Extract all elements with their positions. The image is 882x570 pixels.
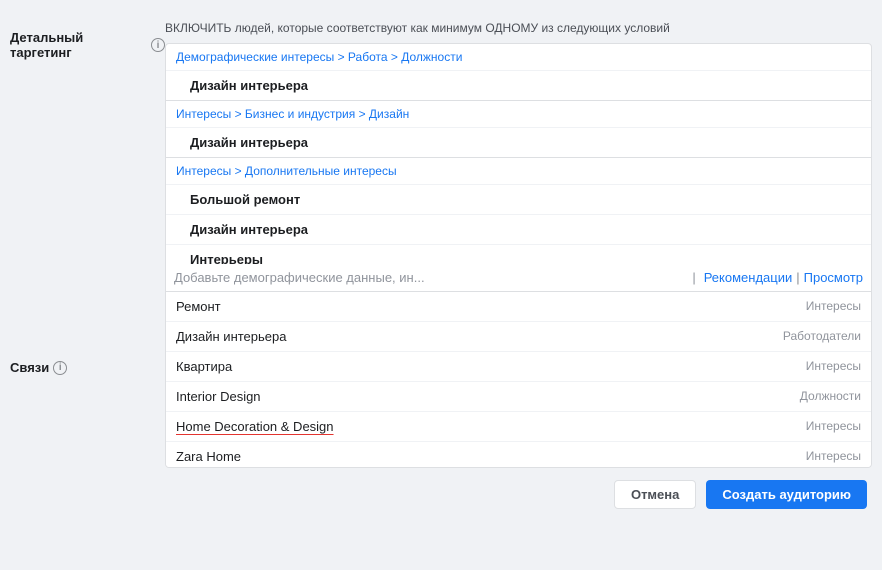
suggestion-row-1[interactable]: Дизайн интерьера Работодатели	[166, 322, 871, 352]
suggestion-name-5: Zara Home	[176, 449, 241, 464]
dropdown-item-2[interactable]: Большой ремонт	[166, 184, 871, 214]
suggestion-name-2: Квартира	[176, 359, 232, 374]
targeting-info-icon[interactable]: i	[151, 38, 165, 52]
targeting-dropdown: Демографические интересы > Работа > Долж…	[165, 43, 872, 468]
suggestion-type-2: Интересы	[806, 359, 861, 373]
dropdown-item-4[interactable]: Интерьеры	[166, 244, 871, 264]
suggestion-row-3[interactable]: Interior Design Должности	[166, 382, 871, 412]
dropdown-item-1[interactable]: Дизайн интерьера	[166, 127, 871, 157]
connections-label: Связи i	[10, 360, 165, 375]
suggestion-type-1: Работодатели	[783, 329, 861, 343]
suggestion-row-4[interactable]: Home Decoration & Design Интересы	[166, 412, 871, 442]
category-header-0: Демографические интересы > Работа > Долж…	[166, 44, 871, 70]
suggestion-type-0: Интересы	[806, 299, 861, 313]
suggestion-name-0: Ремонт	[176, 299, 221, 314]
suggestion-row-0[interactable]: Ремонт Интересы	[166, 292, 871, 322]
category-header-2: Интересы > Дополнительные интересы	[166, 158, 871, 184]
suggestion-name-4: Home Decoration & Design	[176, 419, 334, 434]
browse-tab[interactable]: Просмотр	[804, 270, 863, 285]
targeting-label: Детальный таргетинг i	[10, 30, 165, 60]
suggestion-row-5[interactable]: Zara Home Интересы	[166, 442, 871, 467]
connections-info-icon[interactable]: i	[53, 361, 67, 375]
suggestions-list: Ремонт Интересы Дизайн интерьера Работод…	[166, 292, 871, 467]
dropdown-scroll-area[interactable]: Демографические интересы > Работа > Долж…	[166, 44, 871, 264]
dropdown-item-3[interactable]: Дизайн интерьера	[166, 214, 871, 244]
suggestion-type-5: Интересы	[806, 449, 861, 463]
suggestion-row-2[interactable]: Квартира Интересы	[166, 352, 871, 382]
suggestion-type-3: Должности	[800, 389, 861, 403]
content-column: ВКЛЮЧИТЬ людей, которые соответствуют ка…	[165, 20, 872, 509]
page-wrapper: Детальный таргетинг i Связи i ВКЛЮЧИТЬ л…	[10, 20, 872, 509]
bottom-row: Отмена Создать аудиторию	[165, 480, 872, 509]
cancel-button[interactable]: Отмена	[614, 480, 696, 509]
suggestion-type-4: Интересы	[806, 419, 861, 433]
search-placeholder: Добавьте демографические данные, ин...	[174, 270, 688, 285]
suggestion-name-3: Interior Design	[176, 389, 261, 404]
suggestion-name-1: Дизайн интерьера	[176, 329, 286, 344]
create-audience-button[interactable]: Создать аудиторию	[706, 480, 867, 509]
label-column: Детальный таргетинг i Связи i	[10, 20, 165, 509]
dropdown-item-0[interactable]: Дизайн интерьера	[166, 70, 871, 100]
include-text: ВКЛЮЧИТЬ людей, которые соответствуют ка…	[165, 20, 872, 37]
recommendations-tab[interactable]: Рекомендации	[704, 270, 793, 285]
search-input-row: Добавьте демографические данные, ин... |…	[166, 264, 871, 292]
category-header-1: Интересы > Бизнес и индустрия > Дизайн	[166, 101, 871, 127]
tab-separator: |	[796, 270, 799, 285]
